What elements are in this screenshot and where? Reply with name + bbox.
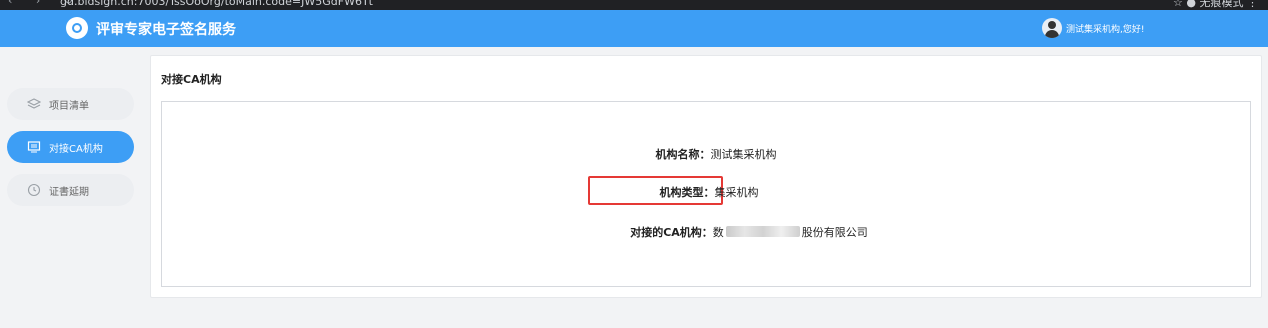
ca-org-value-suffix: 股份有限公司 [801, 226, 868, 239]
browser-right-icons[interactable]: ☆ ● 无痕模式 ⋮ [1173, 0, 1258, 10]
clock-icon [27, 183, 41, 197]
ca-org-label: 对接的CA机构： [630, 226, 713, 239]
ca-org-row: 对接的CA机构：数 股份有限公司 [162, 224, 1250, 240]
org-name-value: 测试集采机构 [710, 148, 777, 161]
sidebar-item-label: 证書延期 [49, 187, 89, 198]
sidebar-item-label: 对接CA机构 [49, 144, 103, 155]
sidebar-item-label: 项目清单 [49, 101, 89, 112]
main-card: 对接CA机构 机构名称：测试集采机构 机构类型：集采机构 对接的CA机构：数 股份… [150, 55, 1262, 298]
sidebar-item-cert-extension[interactable]: 证書延期 [7, 174, 134, 206]
user-greeting[interactable]: 测试集采机构,您好! [1066, 22, 1144, 35]
org-type-row: 机构类型：集采机构 [162, 184, 1250, 200]
app-logo-icon [66, 17, 88, 39]
user-avatar-icon[interactable] [1042, 18, 1062, 38]
sidebar-item-ca-org[interactable]: 对接CA机构 [7, 131, 134, 163]
browser-url[interactable]: gd.bidsign.cn:7003/TssOoOrg/toMain.code=… [60, 0, 373, 8]
app-title: 评审专家电子签名服务 [96, 22, 236, 38]
org-name-label: 机构名称： [655, 148, 711, 161]
org-name-row: 机构名称：测试集采机构 [162, 146, 1250, 162]
org-type-label: 机构类型： [659, 186, 715, 199]
browser-toolbar: ‹ › ↻ gd.bidsign.cn:7003/TssOoOrg/toMain… [0, 0, 1268, 10]
app-header: 评审专家电子签名服务 测试集采机构,您好! [0, 10, 1268, 47]
ca-org-value-prefix: 数 [712, 226, 724, 239]
sidebar: 项目清单 对接CA机构 证書延期 [7, 88, 134, 217]
sidebar-item-project-list[interactable]: 项目清单 [7, 88, 134, 120]
layers-icon [26, 97, 42, 111]
redacted-blur [725, 226, 800, 237]
info-box: 机构名称：测试集采机构 机构类型：集采机构 对接的CA机构：数 股份有限公司 [161, 101, 1251, 287]
org-type-value: 集采机构 [714, 186, 759, 199]
monitor-icon [27, 140, 41, 154]
page-title: 对接CA机构 [161, 73, 222, 86]
